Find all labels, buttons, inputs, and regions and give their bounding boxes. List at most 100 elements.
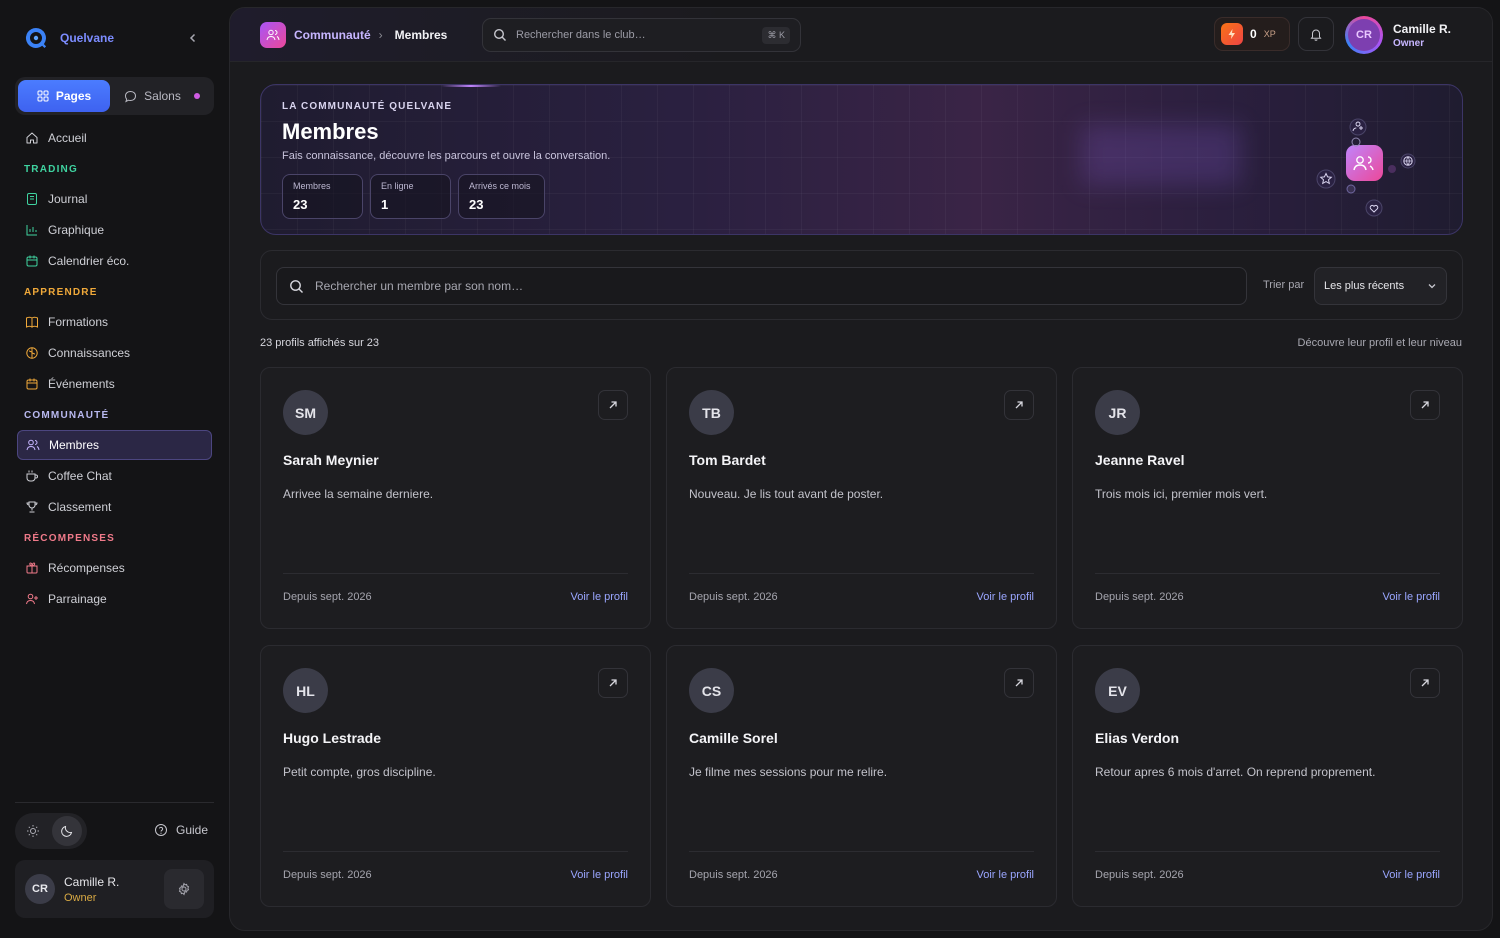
top-user-menu[interactable]: CR Camille R. Owner	[1345, 16, 1451, 54]
sort-value: Les plus récents	[1324, 280, 1405, 292]
view-profile-link[interactable]: Voir le profil	[571, 591, 628, 603]
member-card[interactable]: TB Tom Bardet Nouveau. Je lis tout avant…	[666, 367, 1057, 629]
stat-value: 1	[381, 197, 389, 212]
moon-icon	[61, 825, 73, 837]
collapse-sidebar-button[interactable]	[186, 31, 200, 45]
avatar: EV	[1095, 668, 1140, 713]
member-card[interactable]: CS Camille Sorel Je filme mes sessions p…	[666, 645, 1057, 907]
main-panel: Communauté › Membres Rechercher dans le …	[229, 7, 1493, 931]
nav-item-chart[interactable]: Graphique	[17, 215, 212, 245]
search-icon	[493, 28, 506, 41]
results-count: 23 profils affichés sur 23	[260, 337, 380, 349]
nav-item-courses[interactable]: Formations	[17, 307, 212, 337]
member-search-input[interactable]: Rechercher un membre par son nom…	[276, 267, 1247, 305]
member-card[interactable]: JR Jeanne Ravel Trois mois ici, premier …	[1072, 367, 1463, 629]
open-profile-button[interactable]	[598, 668, 628, 698]
member-since: Depuis sept. 2026	[283, 869, 372, 881]
light-theme-button[interactable]	[18, 816, 48, 846]
nav-item-events[interactable]: Événements	[17, 369, 212, 399]
results-hint: Découvre leur profil et leur niveau	[1297, 337, 1462, 349]
grid-icon	[37, 90, 49, 102]
section-community: COMMUNAUTÉ	[24, 409, 110, 421]
stat-new-this-month: Arrivés ce mois 23	[458, 174, 545, 219]
sidebar-user-card[interactable]: CR Camille R. Owner	[15, 860, 214, 918]
sidebar: Quelvane Pages Salons Accueil TRADING Jo…	[0, 0, 228, 938]
member-card[interactable]: SM Sarah Meynier Arrivee la semaine dern…	[260, 367, 651, 629]
chevron-left-icon	[189, 33, 196, 43]
card-divider	[689, 573, 1034, 574]
open-profile-button[interactable]	[1410, 390, 1440, 420]
nav-label-referral: Parrainage	[48, 592, 107, 606]
settings-button[interactable]	[164, 869, 204, 909]
nav-item-journal[interactable]: Journal	[17, 184, 212, 214]
breadcrumb-parent[interactable]: Communauté	[294, 28, 371, 42]
member-name: Jeanne Ravel	[1095, 452, 1185, 468]
notifications-button[interactable]	[1298, 17, 1334, 51]
hero-accent-line	[441, 85, 501, 87]
member-name: Elias Verdon	[1095, 730, 1180, 746]
top-user-info: Camille R. Owner	[1393, 22, 1451, 49]
salons-tab-label: Salons	[144, 89, 181, 103]
avatar: JR	[1095, 390, 1140, 435]
xp-badge[interactable]: 0 XP	[1214, 17, 1290, 51]
member-bio: Nouveau. Je lis tout avant de poster.	[689, 487, 884, 501]
theme-toggle	[15, 813, 87, 849]
community-orbit-illustration	[1316, 118, 1416, 217]
nav-label-calendar: Calendrier éco.	[48, 254, 130, 268]
nav-label-chart: Graphique	[48, 223, 105, 237]
hero-glow	[1081, 125, 1241, 185]
nav-label-ranking: Classement	[48, 500, 112, 514]
avatar-initials: CR	[1348, 19, 1380, 51]
view-profile-link[interactable]: Voir le profil	[1383, 869, 1440, 881]
nav-label-journal: Journal	[48, 192, 88, 206]
nav-item-calendar[interactable]: Calendrier éco.	[17, 246, 212, 276]
nav-item-ranking[interactable]: Classement	[17, 492, 212, 522]
nav-item-referral[interactable]: Parrainage	[17, 584, 212, 614]
nav-label-events: Événements	[48, 377, 115, 391]
view-profile-link[interactable]: Voir le profil	[977, 869, 1034, 881]
brand[interactable]: Quelvane	[24, 26, 114, 50]
nav-label-members: Membres	[49, 438, 100, 452]
page-title: Membres	[282, 119, 379, 144]
dark-theme-button[interactable]	[52, 816, 82, 846]
view-profile-link[interactable]: Voir le profil	[571, 869, 628, 881]
club-search-input[interactable]: Rechercher dans le club… ⌘ K	[482, 18, 801, 52]
open-profile-button[interactable]	[1410, 668, 1440, 698]
member-search-placeholder: Rechercher un membre par son nom…	[315, 279, 524, 293]
card-divider	[283, 851, 628, 852]
nav-item-members[interactable]: Membres	[17, 430, 212, 460]
nav-item-rewards[interactable]: Récompenses	[17, 553, 212, 583]
nav-item-coffee-chat[interactable]: Coffee Chat	[17, 461, 212, 491]
pages-tab-label: Pages	[55, 89, 92, 103]
avatar: CR	[25, 874, 55, 904]
member-since: Depuis sept. 2026	[689, 869, 778, 881]
nav-item-knowledge[interactable]: Connaissances	[17, 338, 212, 368]
card-divider	[689, 851, 1034, 852]
member-card[interactable]: EV Elias Verdon Retour apres 6 mois d'ar…	[1072, 645, 1463, 907]
view-profile-link[interactable]: Voir le profil	[977, 591, 1034, 603]
stat-label: Arrivés ce mois	[469, 181, 531, 191]
member-name: Sarah Meynier	[283, 452, 379, 468]
help-circle-icon	[155, 824, 167, 836]
open-profile-button[interactable]	[1004, 668, 1034, 698]
open-profile-button[interactable]	[598, 390, 628, 420]
sort-select[interactable]: Les plus récents	[1314, 267, 1447, 305]
user-name: Camille R.	[64, 874, 120, 889]
member-since: Depuis sept. 2026	[1095, 869, 1184, 881]
view-profile-link[interactable]: Voir le profil	[1383, 591, 1440, 603]
nav-item-home[interactable]: Accueil	[17, 123, 212, 153]
pages-tab[interactable]: Pages	[18, 80, 110, 112]
nav-label-coffee-chat: Coffee Chat	[48, 469, 112, 483]
salons-tab[interactable]: Salons	[114, 80, 210, 112]
arrow-up-right-icon	[1015, 679, 1023, 687]
member-since: Depuis sept. 2026	[689, 591, 778, 603]
chat-bubble-icon	[125, 90, 137, 102]
member-name: Tom Bardet	[689, 452, 766, 468]
users-icon	[26, 439, 40, 451]
open-profile-button[interactable]	[1004, 390, 1034, 420]
guide-link[interactable]: Guide	[154, 823, 208, 837]
gear-icon	[178, 882, 190, 896]
member-card[interactable]: HL Hugo Lestrade Petit compte, gros disc…	[260, 645, 651, 907]
sun-icon	[27, 825, 39, 837]
breadcrumb-separator: ›	[378, 28, 383, 42]
